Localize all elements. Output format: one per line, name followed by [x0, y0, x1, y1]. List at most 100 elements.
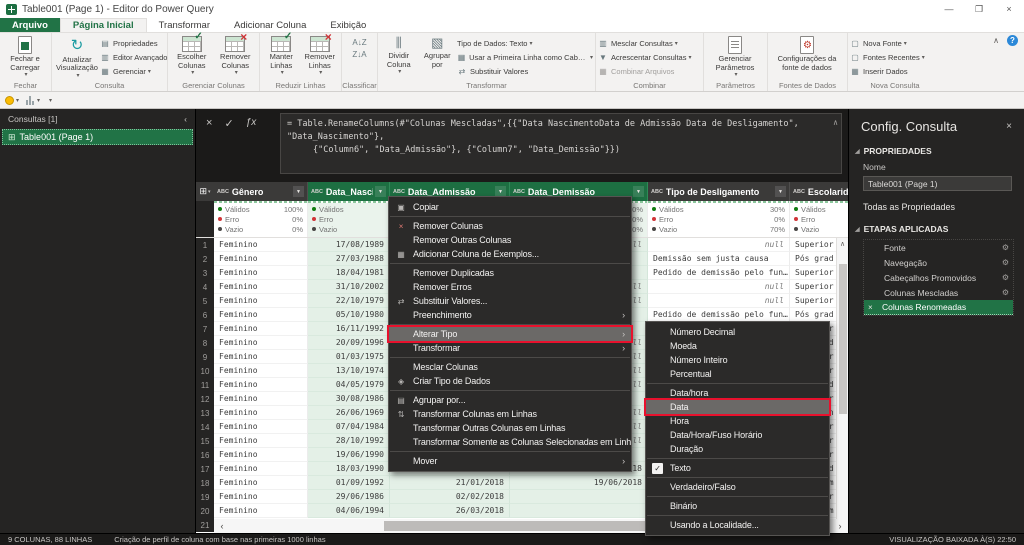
cell-genero[interactable]: Feminino	[214, 350, 308, 364]
cell-tipo[interactable]: Demissão sem justa causa	[648, 252, 790, 266]
menu-item-usando-a-localidade[interactable]: Usando a Localidade...	[646, 518, 829, 532]
cell-genero[interactable]: Feminino	[214, 294, 308, 308]
close-settings-icon[interactable]: ×	[1006, 121, 1012, 132]
sort-ascending-button[interactable]: A↓Z	[352, 39, 366, 47]
menu-item-mover[interactable]: Mover›	[389, 454, 631, 468]
cell-adm[interactable]: 26/03/2018	[390, 504, 510, 518]
menu-item-numero-inteiro[interactable]: Número Inteiro	[646, 353, 829, 367]
close-button[interactable]: ×	[994, 0, 1024, 18]
cell-genero[interactable]: Feminino	[214, 266, 308, 280]
menu-item-hora[interactable]: Hora	[646, 414, 829, 428]
applied-step-colunas-mescladas[interactable]: Colunas Mescladas⚙	[864, 285, 1013, 300]
step-settings-gear-icon[interactable]: ⚙	[1002, 288, 1009, 297]
cell-tipo[interactable]: null	[648, 294, 790, 308]
fx-icon[interactable]: ƒx	[246, 117, 257, 130]
column-profile-button[interactable]: ▾	[26, 96, 40, 105]
cell-nasc[interactable]: 26/06/1969	[308, 406, 390, 420]
gerenciar-button[interactable]: ▦ Gerenciar ▾	[100, 65, 168, 78]
menu-item-binario[interactable]: Binário	[646, 499, 829, 513]
row-number[interactable]: 14	[196, 420, 214, 434]
applied-step-cabecalhos-promovidos[interactable]: Cabeçalhos Promovidos⚙	[864, 270, 1013, 285]
tab-pagina-inicial[interactable]: Página Inicial	[60, 18, 147, 32]
cell-genero[interactable]: Feminino	[214, 252, 308, 266]
menu-item-transformar-colunas-em-linhas[interactable]: ⇅Transformar Colunas em Linhas	[389, 407, 631, 421]
filter-dropdown-icon[interactable]: ▼	[293, 186, 304, 197]
row-number[interactable]: 8	[196, 336, 214, 350]
cell-nasc[interactable]: 13/10/1974	[308, 364, 390, 378]
cancel-formula-button[interactable]: ×	[206, 117, 212, 130]
row-number[interactable]: 6	[196, 308, 214, 322]
menu-item-numero-decimal[interactable]: Número Decimal	[646, 325, 829, 339]
cell-genero[interactable]: Feminino	[214, 448, 308, 462]
cell-nasc[interactable]: 04/06/1994	[308, 504, 390, 518]
row-number[interactable]: 19	[196, 490, 214, 504]
filter-dropdown-icon[interactable]: ▼	[775, 186, 786, 197]
collapse-queries-panel-button[interactable]: ‹	[184, 114, 187, 124]
row-number[interactable]: 5	[196, 294, 214, 308]
manter-linhas-button[interactable]: Manter Linhas ▾	[262, 35, 301, 81]
acrescentar-consultas-button[interactable]: ▼ Acrescentar Consultas ▾	[598, 51, 691, 64]
cell-tipo[interactable]: null	[648, 280, 790, 294]
inserir-dados-button[interactable]: ▦ Inserir Dados	[850, 65, 925, 78]
collapse-ribbon-button[interactable]: ∧	[993, 36, 999, 45]
row-number[interactable]: 18	[196, 476, 214, 490]
remover-colunas-button[interactable]: Remover Colunas ▾	[214, 35, 258, 81]
commit-formula-button[interactable]: ✓	[224, 117, 233, 130]
applied-step-colunas-renomeadas[interactable]: ×Colunas Renomeadas	[864, 300, 1013, 315]
fechar-e-carregar-button[interactable]: Fechar e Carregar ▾	[2, 35, 48, 81]
menu-item-substituir-valores[interactable]: ⇄Substituir Valores...	[389, 294, 631, 308]
menu-item-remover-colunas[interactable]: ×Remover Colunas	[389, 219, 631, 233]
menu-item-texto[interactable]: ✓Texto	[646, 461, 829, 475]
cell-genero[interactable]: Feminino	[214, 462, 308, 476]
query-item-table001[interactable]: ⊞ Table001 (Page 1)	[2, 129, 193, 145]
step-settings-gear-icon[interactable]: ⚙	[1002, 258, 1009, 267]
atualizar-visualizacao-button[interactable]: ↻ Atualizar Visualização ▾	[54, 35, 100, 81]
dividir-coluna-button[interactable]: ⫼ Dividir Coluna ▾	[380, 35, 418, 81]
menu-item-adicionar-coluna-de-exemplos[interactable]: ▦Adicionar Coluna de Exemplos...	[389, 247, 631, 261]
cell-adm[interactable]: 21/01/2018	[390, 476, 510, 490]
cell-genero[interactable]: Feminino	[214, 378, 308, 392]
row-number[interactable]: 21	[196, 518, 214, 532]
applied-step-fonte[interactable]: Fonte⚙	[864, 240, 1013, 255]
query-name-input[interactable]: Table001 (Page 1)	[863, 176, 1012, 191]
menu-item-transformar-outras-colunas-em-linhas[interactable]: Transformar Outras Colunas em Linhas	[389, 421, 631, 435]
menu-item-duracao[interactable]: Duração	[646, 442, 829, 456]
row-number[interactable]: 20	[196, 504, 214, 518]
fontes-recentes-button[interactable]: ▢ Fontes Recentes ▾	[850, 51, 925, 64]
scroll-right-icon[interactable]: ›	[832, 521, 848, 531]
cell-genero[interactable]: Feminino	[214, 280, 308, 294]
row-number[interactable]: 17	[196, 462, 214, 476]
row-number[interactable]: 4	[196, 280, 214, 294]
cell-nasc[interactable]: 04/05/1979	[308, 378, 390, 392]
cell-tipo[interactable]: null	[648, 238, 790, 252]
row-number[interactable]: 10	[196, 364, 214, 378]
column-header-genero[interactable]: ABCGênero▼	[214, 182, 308, 201]
column-header-data-nascimento[interactable]: ABCData_Nascimento▼	[308, 182, 390, 201]
step-settings-gear-icon[interactable]: ⚙	[1002, 273, 1009, 282]
step-settings-gear-icon[interactable]: ⚙	[1002, 243, 1009, 252]
cell-nasc[interactable]: 01/03/1975	[308, 350, 390, 364]
cell-dem[interactable]: 19/06/2018	[510, 476, 648, 490]
cell-genero[interactable]: Feminino	[214, 364, 308, 378]
row-number[interactable]: 13	[196, 406, 214, 420]
cell-nasc[interactable]: 28/10/1992	[308, 434, 390, 448]
menu-item-verdadeiro-falso[interactable]: Verdadeiro/Falso	[646, 480, 829, 494]
nova-fonte-button[interactable]: ▢ Nova Fonte ▾	[850, 37, 925, 50]
cell-dem[interactable]	[510, 490, 648, 504]
agrupar-por-button[interactable]: ▧ Agrupar por	[418, 35, 457, 81]
tab-transformar[interactable]: Transformar	[147, 18, 222, 32]
tab-adicionar-coluna[interactable]: Adicionar Coluna	[222, 18, 318, 32]
cell-nasc[interactable]: 18/04/1981	[308, 266, 390, 280]
cell-tipo[interactable]: Pedido de demissão pelo fun…	[648, 308, 790, 322]
substituir-valores-button[interactable]: ⇄ Substituir Valores	[457, 65, 593, 78]
help-button[interactable]: ?	[1007, 35, 1018, 46]
cell-nasc[interactable]: 29/06/1986	[308, 490, 390, 504]
row-number[interactable]: 16	[196, 448, 214, 462]
menu-item-moeda[interactable]: Moeda	[646, 339, 829, 353]
usar-primeira-linha-button[interactable]: ▦ Usar a Primeira Linha como Cabeçalho ▾	[457, 51, 593, 64]
delete-step-icon[interactable]: ×	[868, 303, 882, 312]
row-number[interactable]: 3	[196, 266, 214, 280]
cell-genero[interactable]: Feminino	[214, 434, 308, 448]
row-number[interactable]: 11	[196, 378, 214, 392]
collapse-formula-button[interactable]: ∧	[833, 117, 838, 129]
